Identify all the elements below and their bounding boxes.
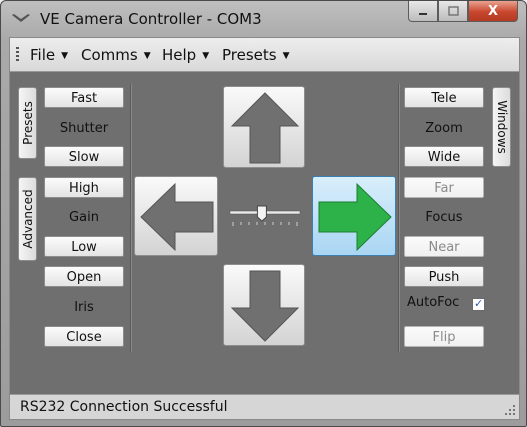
- title-bar[interactable]: VE Camera Controller - COM3 X: [1, 1, 526, 37]
- autofocus-checkbox[interactable]: ✓: [472, 297, 485, 311]
- menu-bar: File ▼ Comms ▼ Help ▼ Presets ▼: [10, 38, 519, 72]
- right-divider: [398, 84, 400, 352]
- dropdown-caret-icon: ▼: [143, 51, 151, 61]
- shutter-fast-button[interactable]: Fast: [44, 87, 124, 108]
- status-text: RS232 Connection Successful: [20, 399, 228, 415]
- menu-comms[interactable]: Comms ▼: [81, 46, 151, 64]
- toolbar-grip-icon[interactable]: [16, 47, 19, 62]
- pan-left-button[interactable]: [134, 176, 218, 256]
- dropdown-caret-icon: ▼: [61, 51, 69, 61]
- dropdown-caret-icon: ▼: [202, 51, 210, 61]
- gain-low-button[interactable]: Low: [44, 236, 124, 257]
- iris-open-button[interactable]: Open: [44, 266, 124, 287]
- dropdown-caret-icon: ▼: [282, 51, 290, 61]
- status-bar: RS232 Connection Successful: [10, 394, 519, 419]
- close-icon: X: [487, 3, 499, 19]
- gain-high-button[interactable]: High: [44, 177, 124, 198]
- maximize-icon: [447, 6, 459, 16]
- tilt-up-button[interactable]: [223, 86, 305, 168]
- menu-help[interactable]: Help ▼: [162, 46, 209, 64]
- left-divider: [130, 84, 132, 352]
- focus-label: Focus: [425, 210, 463, 225]
- arrow-down-icon: [230, 270, 300, 342]
- minimize-button[interactable]: [408, 1, 438, 22]
- iris-label: Iris: [74, 300, 94, 315]
- push-focus-button[interactable]: Push: [404, 266, 484, 287]
- main-panel: File ▼ Comms ▼ Help ▼ Presets ▼ Presets Adva…: [9, 37, 520, 420]
- tab-advanced[interactable]: Advanced: [18, 177, 37, 261]
- slider-thumb: [256, 205, 267, 222]
- zoom-label: Zoom: [425, 121, 463, 136]
- maximize-button[interactable]: [438, 1, 468, 22]
- gain-label: Gain: [69, 210, 99, 225]
- focus-near-button[interactable]: Near: [404, 236, 484, 257]
- speed-slider[interactable]: [228, 204, 302, 230]
- tilt-down-button[interactable]: [223, 264, 305, 346]
- focus-far-button[interactable]: Far: [404, 177, 484, 198]
- menu-file[interactable]: File ▼: [30, 46, 68, 64]
- tab-windows[interactable]: Windows: [492, 87, 511, 167]
- arrow-up-icon: [230, 92, 300, 164]
- app-window: VE Camera Controller - COM3 X File ▼ Comm…: [0, 0, 527, 427]
- window-title: VE Camera Controller - COM3: [40, 10, 262, 28]
- close-button[interactable]: X: [468, 1, 518, 22]
- checkmark-icon: ✓: [474, 297, 484, 310]
- pan-right-button[interactable]: [312, 176, 396, 256]
- minimize-icon: [419, 13, 427, 15]
- tab-presets[interactable]: Presets: [18, 87, 37, 159]
- shutter-slow-button[interactable]: Slow: [44, 146, 124, 167]
- zoom-wide-button[interactable]: Wide: [404, 146, 484, 167]
- zoom-tele-button[interactable]: Tele: [404, 87, 484, 108]
- resize-grip-icon[interactable]: [504, 404, 516, 416]
- arrow-right-icon: [318, 182, 392, 252]
- arrow-left-icon: [140, 182, 214, 252]
- menu-presets[interactable]: Presets ▼: [222, 46, 290, 64]
- shutter-label: Shutter: [59, 121, 109, 136]
- camera-app-icon: [12, 14, 30, 22]
- flip-button[interactable]: Flip: [404, 326, 484, 347]
- iris-close-button[interactable]: Close: [44, 326, 124, 347]
